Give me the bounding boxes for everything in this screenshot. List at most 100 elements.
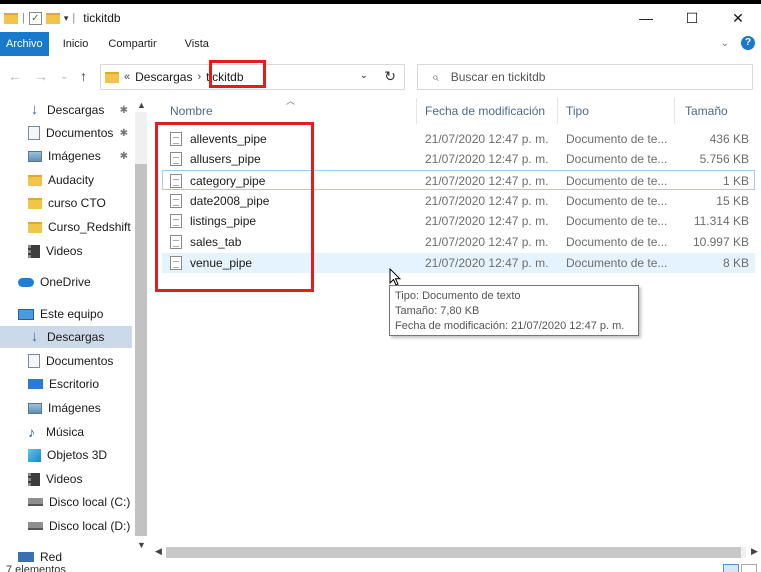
file-modified: 21/07/2020 12:47 p. m. xyxy=(425,235,549,249)
properties-icon[interactable]: ✓ xyxy=(28,11,42,25)
scroll-right-icon[interactable]: ▶ xyxy=(751,546,758,557)
file-type: Documento de te... xyxy=(566,194,668,208)
video-icon xyxy=(28,472,40,486)
drive-icon xyxy=(28,498,43,506)
document-icon xyxy=(28,126,40,140)
breadcrumb-descargas[interactable]: Descargas xyxy=(135,70,192,84)
breadcrumb-separator[interactable]: › xyxy=(197,71,201,83)
recent-locations-button[interactable]: ⌄ xyxy=(60,71,68,82)
details-view-icon[interactable] xyxy=(723,564,739,572)
picture-icon xyxy=(28,150,42,162)
nav-item-label: Curso_Redshift xyxy=(48,220,131,234)
folder-icon xyxy=(28,174,42,186)
nav-item-curso-cto[interactable]: curso CTO xyxy=(0,192,134,214)
folder-icon xyxy=(28,197,42,209)
tooltip-modified: Fecha de modificación: 21/07/2020 12:47 … xyxy=(395,320,625,332)
tab-compartir[interactable]: Compartir xyxy=(98,32,166,56)
desktop-icon xyxy=(28,379,43,389)
nav-item-documentos[interactable]: Documentos xyxy=(0,350,134,372)
computer-icon xyxy=(18,308,34,320)
file-modified: 21/07/2020 12:47 p. m. xyxy=(425,256,549,270)
file-modified: 21/07/2020 12:47 p. m. xyxy=(425,194,549,208)
close-button[interactable]: ✕ xyxy=(715,4,761,32)
nav-item-label: Descargas xyxy=(47,330,105,344)
large-icons-view-icon[interactable] xyxy=(741,564,757,572)
folder-icon xyxy=(28,221,42,233)
nav-item-videos[interactable]: Videos xyxy=(0,468,134,490)
nav-item-label: Audacity xyxy=(48,173,95,187)
nav-item-descargas-quick[interactable]: ↓ Descargas ✱ xyxy=(0,99,134,121)
search-box[interactable]: ⌕ Buscar en tickitdb xyxy=(417,64,753,90)
nav-item-escritorio[interactable]: Escritorio xyxy=(0,373,134,395)
view-buttons xyxy=(723,564,757,572)
file-modified: 21/07/2020 12:47 p. m. xyxy=(425,152,549,166)
nav-item-musica[interactable]: ♪ Música xyxy=(0,421,134,443)
back-button[interactable]: ← xyxy=(8,68,22,84)
nav-item-este-equipo[interactable]: Este equipo xyxy=(0,303,134,325)
scroll-up-icon[interactable]: ▲ xyxy=(137,100,146,110)
help-icon[interactable]: ? xyxy=(741,36,755,50)
nav-item-descargas[interactable]: ↓ Descargas xyxy=(0,326,132,348)
nav-item-label: Documentos xyxy=(46,126,114,140)
nav-item-audacity[interactable]: Audacity xyxy=(0,169,134,191)
tab-inicio[interactable]: Inicio xyxy=(49,32,99,56)
address-dropdown-icon[interactable]: ⌄ xyxy=(360,70,368,81)
title-bar: | ✓ ▾ | tickitdb — ☐ ✕ xyxy=(0,4,761,32)
horizontal-scrollbar[interactable]: ◀ ▶ xyxy=(150,544,761,560)
column-header-size[interactable]: Tamaño xyxy=(685,98,755,124)
column-header-type[interactable]: Tipo xyxy=(566,98,674,124)
nav-item-label: Escritorio xyxy=(49,377,100,391)
refresh-icon[interactable]: ↻ xyxy=(384,68,396,85)
nav-item-imagenes-quick[interactable]: Imágenes ✱ xyxy=(0,145,134,167)
file-modified: 21/07/2020 12:47 p. m. xyxy=(425,174,549,188)
scroll-down-icon[interactable]: ▼ xyxy=(137,540,146,550)
minimize-button[interactable]: — xyxy=(623,4,669,32)
expand-ribbon-icon[interactable]: ⌄ xyxy=(721,38,729,49)
scrollbar-thumb[interactable] xyxy=(166,547,741,558)
file-type: Documento de te... xyxy=(566,174,668,188)
column-divider[interactable] xyxy=(674,98,675,124)
file-size: 10.997 KB xyxy=(692,235,749,249)
file-type: Documento de te... xyxy=(566,235,668,249)
new-folder-icon[interactable] xyxy=(45,12,60,24)
nav-item-label: Disco local (D:) xyxy=(49,519,131,533)
nav-item-curso-redshift[interactable]: Curso_Redshift xyxy=(0,216,134,238)
mouse-cursor-icon xyxy=(389,268,401,286)
nav-item-onedrive[interactable]: OneDrive xyxy=(0,271,134,293)
nav-item-objetos-3d[interactable]: Objetos 3D xyxy=(0,444,134,466)
qa-customize-button[interactable]: ▾ xyxy=(64,13,69,24)
column-divider[interactable] xyxy=(557,98,558,124)
file-type: Documento de te... xyxy=(566,214,668,228)
scrollbar-thumb[interactable] xyxy=(135,164,147,536)
nav-item-videos-quick[interactable]: Videos xyxy=(0,240,134,262)
up-button[interactable]: ↑ xyxy=(80,68,87,84)
maximize-button[interactable]: ☐ xyxy=(669,4,715,32)
nav-item-disco-c[interactable]: Disco local (C:) xyxy=(0,491,134,513)
cloud-icon xyxy=(18,277,34,287)
nav-item-label: Música xyxy=(46,425,85,439)
qa-separator: | xyxy=(72,12,76,24)
forward-button[interactable]: → xyxy=(34,68,48,84)
overflow-icon[interactable]: « xyxy=(124,71,130,83)
column-divider[interactable] xyxy=(416,98,417,124)
column-header-name[interactable]: Nombre xyxy=(170,98,415,124)
address-highlight-box xyxy=(209,60,266,88)
status-bar: 7 elementos xyxy=(0,562,761,572)
download-icon: ↓ xyxy=(30,328,39,345)
nav-item-documentos-quick[interactable]: Documentos ✱ xyxy=(0,122,134,144)
tab-archivo[interactable]: Archivo xyxy=(0,32,49,56)
file-size: 8 KB xyxy=(722,256,749,270)
quick-access-toolbar: | ✓ ▾ | tickitdb xyxy=(0,11,121,25)
nav-item-label: Imágenes xyxy=(48,149,101,163)
column-header-modified[interactable]: Fecha de modificación xyxy=(425,98,557,124)
tab-vista[interactable]: Vista xyxy=(167,32,219,56)
nav-item-disco-d[interactable]: Disco local (D:) xyxy=(0,515,134,537)
nav-pane-scrollbar[interactable]: ▲ ▼ xyxy=(134,98,148,550)
tooltip-size: Tamaño: 7,80 KB xyxy=(395,305,480,317)
ribbon-tabs: Archivo Inicio Compartir Vista ⌄ ? xyxy=(0,32,761,56)
network-icon xyxy=(18,552,34,562)
folder-icon xyxy=(105,71,119,83)
music-icon: ♪ xyxy=(28,424,35,440)
nav-item-imagenes[interactable]: Imágenes xyxy=(0,397,134,419)
scroll-left-icon[interactable]: ◀ xyxy=(155,546,162,557)
